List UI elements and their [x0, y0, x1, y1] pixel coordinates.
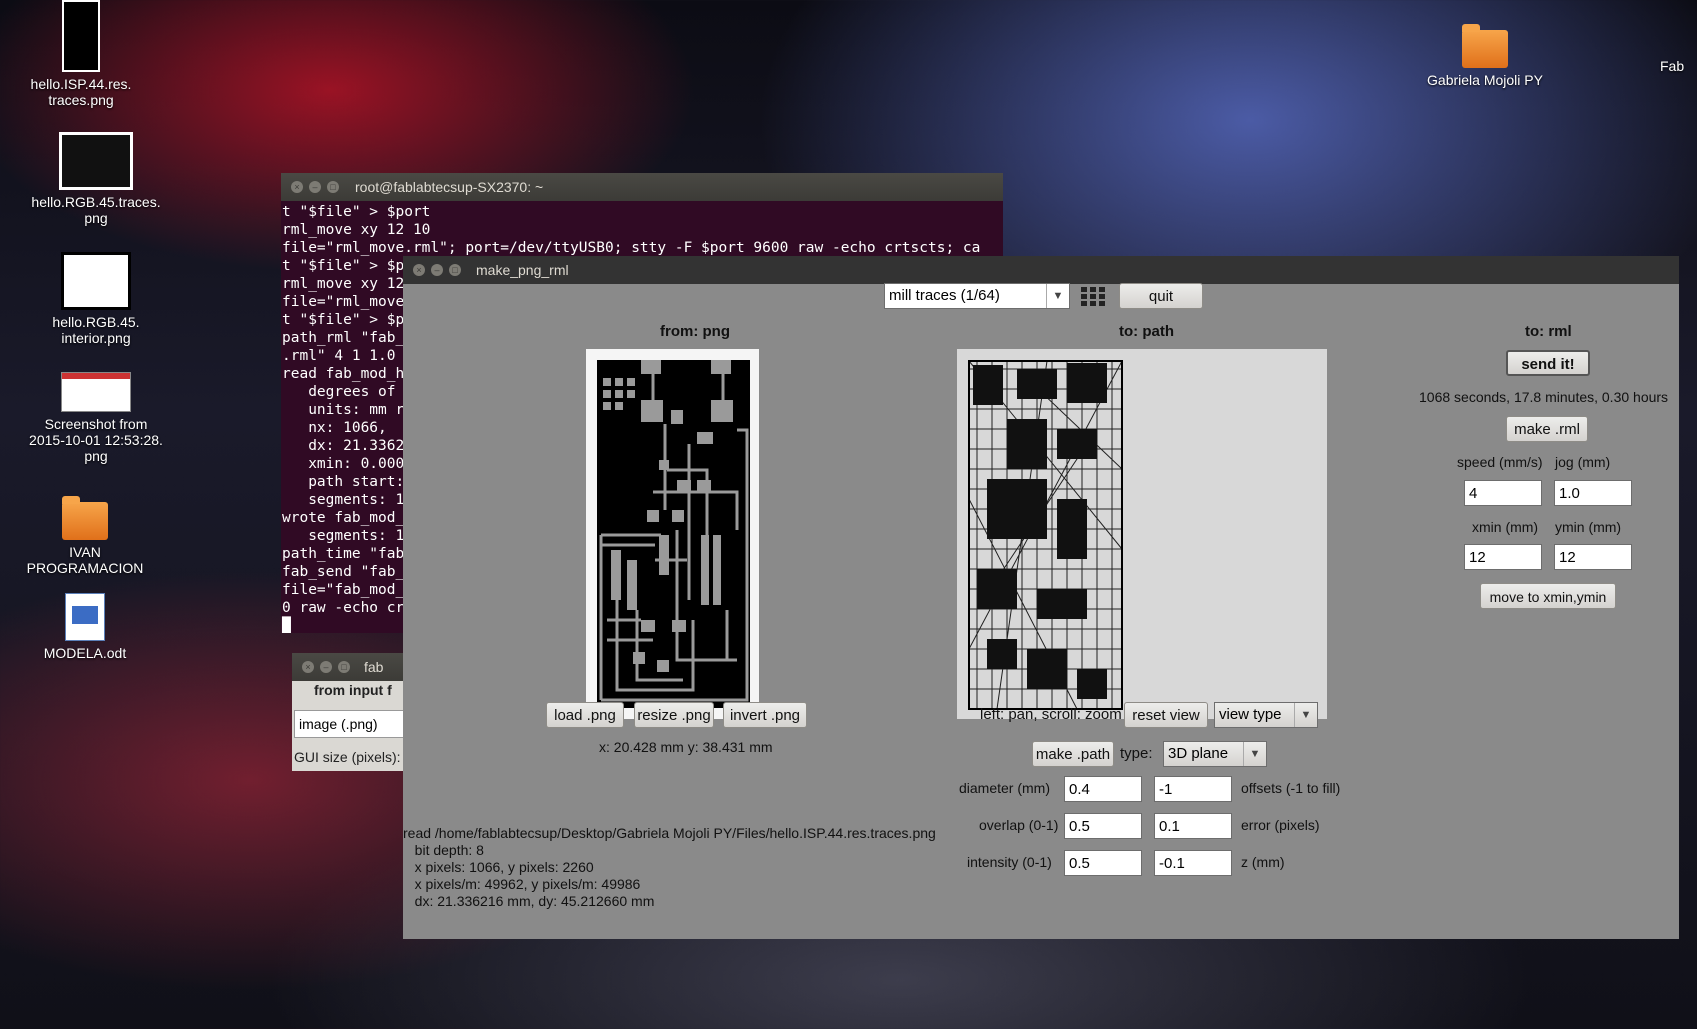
close-icon[interactable]: ×: [413, 264, 425, 276]
desktop-icon-label: hello.ISP.44.res. traces.png: [30, 76, 132, 108]
overlap-label: overlap (0-1): [979, 817, 1059, 833]
status-log: read /home/fablabtecsup/Desktop/Gabriela…: [403, 825, 936, 909]
folder-icon: [62, 496, 108, 540]
desktop-icon-rgb-interior[interactable]: hello.RGB.45. interior.png: [21, 252, 171, 346]
desktop-icon-screenshot[interactable]: Screenshot from 2015-10-01 12:53:28. png: [21, 372, 171, 464]
terminal-line: file="rml_move.rml"; port=/dev/ttyUSB0; …: [282, 240, 981, 256]
desktop-icon-label: MODELA.odt: [43, 645, 127, 661]
desktop-icon-rgb-traces[interactable]: hello.RGB.45.traces. png: [21, 132, 171, 226]
z-input[interactable]: -0.1: [1154, 850, 1232, 876]
image-thumbnail-icon: [61, 372, 131, 412]
xmin-label: xmin (mm): [1472, 519, 1539, 535]
image-thumbnail-icon: [62, 0, 100, 72]
toolpath-plot: [968, 360, 1123, 710]
cursor-coordinates: x: 20.428 mm y: 38.431 mm: [599, 739, 773, 755]
maximize-icon[interactable]: □: [338, 661, 350, 673]
ymin-input[interactable]: 12: [1554, 544, 1632, 570]
desktop-icon-ivan-folder[interactable]: IVAN PROGRAMACION: [10, 496, 160, 576]
make-rml-button[interactable]: make .rml: [1506, 416, 1588, 442]
terminal-line: rml_move xy 12 10: [282, 222, 431, 238]
fab-titlebar[interactable]: × – □ fab: [292, 653, 412, 681]
from-input-label: from input f: [314, 682, 392, 698]
quit-button[interactable]: quit: [1119, 283, 1203, 309]
z-label: z (mm): [1241, 854, 1285, 870]
input-format-select[interactable]: image (.png): [294, 710, 412, 738]
mode-select-value: mill traces (1/64): [889, 287, 1000, 304]
from-png-heading: from: png: [660, 323, 730, 340]
chevron-down-icon[interactable]: ▼: [1046, 284, 1069, 308]
error-input[interactable]: 0.1: [1154, 813, 1232, 839]
desktop-icon-gabriela-folder[interactable]: Gabriela Mojoli PY: [1410, 24, 1560, 88]
move-to-xmin-ymin-button[interactable]: move to xmin,ymin: [1480, 583, 1616, 609]
invert-png-button[interactable]: invert .png: [723, 702, 807, 728]
close-icon[interactable]: ×: [291, 181, 303, 193]
type-label: type:: [1120, 745, 1153, 762]
reset-view-button[interactable]: reset view: [1124, 702, 1208, 728]
png-preview[interactable]: [586, 349, 759, 719]
maximize-icon[interactable]: □: [327, 181, 339, 193]
to-rml-heading: to: rml: [1525, 323, 1572, 340]
path-type-select[interactable]: 3D plane ▼: [1163, 741, 1267, 767]
folder-icon: [1462, 24, 1508, 68]
intensity-input[interactable]: 0.5: [1064, 850, 1142, 876]
desktop-icon-isp-traces[interactable]: hello.ISP.44.res. traces.png: [6, 0, 156, 108]
minimize-icon[interactable]: –: [309, 181, 321, 193]
fab-window[interactable]: × – □ fab from input f image (.png) GUI …: [292, 653, 412, 771]
desktop-icon-label: Gabriela Mojoli PY: [1427, 72, 1543, 88]
xmin-input[interactable]: 12: [1464, 544, 1542, 570]
grid-menu-icon[interactable]: [1081, 287, 1105, 307]
pan-zoom-hint: left: pan, scroll: zoom: [980, 706, 1122, 723]
image-thumbnail-icon: [61, 252, 131, 310]
desktop-icon-label: Screenshot from 2015-10-01 12:53:28. png: [29, 416, 163, 464]
chevron-down-icon[interactable]: ▼: [1243, 742, 1266, 766]
document-icon: [65, 593, 105, 641]
terminal-line: t "$file" > $port: [282, 204, 431, 220]
resize-png-button[interactable]: resize .png: [634, 702, 714, 728]
terminal-title: root@fablabtecsup-SX2370: ~: [355, 179, 544, 195]
desktop-icon-label: hello.RGB.45.traces. png: [31, 194, 161, 226]
offsets-label: offsets (-1 to fill): [1241, 780, 1341, 796]
desktop-icon-label: IVAN PROGRAMACION: [26, 544, 144, 576]
ymin-label: ymin (mm): [1555, 519, 1622, 535]
send-it-button[interactable]: send it!: [1506, 350, 1590, 376]
maximize-icon[interactable]: □: [449, 264, 461, 276]
overlap-input[interactable]: 0.5: [1064, 813, 1142, 839]
fab-title: fab: [364, 659, 384, 675]
speed-label: speed (mm/s): [1457, 454, 1543, 470]
to-path-heading: to: path: [1119, 323, 1174, 340]
view-type-label: view type: [1219, 706, 1282, 723]
minimize-icon[interactable]: –: [431, 264, 443, 276]
desktop-icon-fab-folder[interactable]: Fab: [1660, 58, 1697, 74]
make-path-button[interactable]: make .path: [1032, 741, 1114, 767]
job-time-info: 1068 seconds, 17.8 minutes, 0.30 hours: [1419, 389, 1669, 405]
app-title: make_png_rml: [476, 262, 569, 278]
speed-input[interactable]: 4: [1464, 480, 1542, 506]
jog-label: jog (mm): [1555, 454, 1611, 470]
error-label: error (pixels): [1241, 817, 1320, 833]
close-icon[interactable]: ×: [302, 661, 314, 673]
make-png-rml-window[interactable]: × – □ make_png_rml mill traces (1/64) ▼ …: [403, 256, 1679, 939]
gui-size-label: GUI size (pixels):: [294, 749, 401, 765]
chevron-down-icon[interactable]: ▼: [1294, 703, 1317, 727]
load-png-button[interactable]: load .png: [546, 702, 624, 728]
path-type-value: 3D plane: [1168, 745, 1229, 762]
desktop-icon-label: hello.RGB.45. interior.png: [52, 314, 140, 346]
desktop-icon-label: Fab: [1660, 58, 1685, 74]
desktop-icon-modela[interactable]: MODELA.odt: [10, 593, 160, 661]
offsets-input[interactable]: -1: [1154, 776, 1232, 802]
jog-input[interactable]: 1.0: [1554, 480, 1632, 506]
app-titlebar[interactable]: × – □ make_png_rml: [403, 256, 1679, 284]
path-preview[interactable]: [957, 349, 1327, 719]
pcb-traces-image: [597, 360, 750, 708]
image-thumbnail-icon: [59, 132, 133, 190]
intensity-label: intensity (0-1): [967, 854, 1052, 870]
mode-select[interactable]: mill traces (1/64) ▼: [884, 283, 1070, 309]
diameter-input[interactable]: 0.4: [1064, 776, 1142, 802]
terminal-titlebar[interactable]: × – □ root@fablabtecsup-SX2370: ~: [281, 173, 1003, 201]
diameter-label: diameter (mm): [959, 780, 1051, 796]
view-type-select[interactable]: view type ▼: [1214, 702, 1318, 728]
minimize-icon[interactable]: –: [320, 661, 332, 673]
